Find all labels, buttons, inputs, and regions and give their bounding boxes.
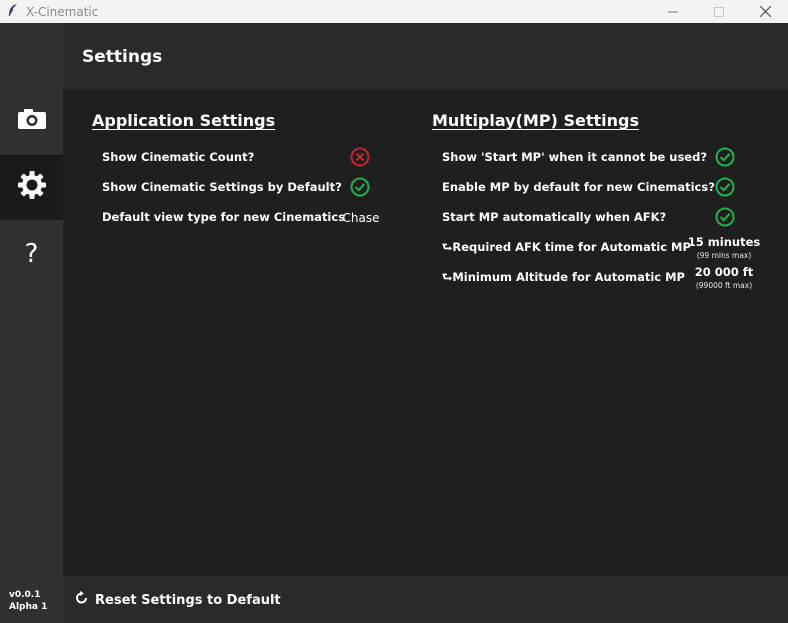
page-title: Settings [82,47,163,67]
application-settings-title: Application Settings [92,111,276,130]
enabled-check-icon[interactable] [349,176,371,198]
enabled-check-icon[interactable] [714,176,736,198]
question-icon: ? [24,238,39,269]
mp-settings-title: Multiplay(MP) Settings [432,111,639,130]
camera-icon [17,108,47,135]
show-cinematic-settings-label: Show Cinematic Settings by Default? [102,180,342,194]
close-button[interactable] [742,0,788,23]
sidebar-item-settings[interactable] [0,155,63,220]
sidebar-item-help[interactable]: ? [0,221,63,286]
release-label: Alpha 1 [9,602,48,612]
sidebar: ? v0.0.1 Alpha 1 [0,23,63,623]
reset-icon [75,591,89,609]
afk-time-hint: (99 mins max) [696,251,752,260]
version-number: v0.0.1 [9,590,41,600]
min-altitude-value[interactable]: 20 000 ft [679,265,769,279]
window-titlebar: X-Cinematic [0,0,788,23]
minimize-button[interactable] [650,0,696,23]
version-info: v0.0.1 Alpha 1 [9,589,47,613]
min-altitude-label: ⮑Minimum Altitude for Automatic MP [442,270,685,284]
enabled-check-icon[interactable] [714,146,736,168]
default-view-type-value[interactable]: Chase [335,211,387,225]
show-cinematic-count-label: Show Cinematic Count? [102,150,255,164]
feather-icon [2,3,24,20]
window-controls [650,0,788,23]
enable-mp-default-label: Enable MP by default for new Cinematics? [442,180,715,194]
default-view-type-label: Default view type for new Cinematics [102,210,346,224]
page-header: Settings [63,23,788,89]
window-title: X-Cinematic [26,4,99,19]
afk-time-value[interactable]: 15 minutes [679,235,769,249]
maximize-button[interactable] [696,0,742,23]
gear-icon [17,170,47,205]
afk-time-label: ⮑Required AFK time for Automatic MP [442,240,691,254]
reset-settings-label: Reset Settings to Default [95,592,281,608]
enabled-check-icon[interactable] [714,206,736,228]
reset-settings-button[interactable]: Reset Settings to Default [75,590,281,610]
page-footer: Reset Settings to Default [63,576,788,623]
start-mp-afk-label: Start MP automatically when AFK? [442,210,667,224]
settings-content: Application Settings Show Cinematic Coun… [63,89,788,576]
min-altitude-hint: (99000 ft max) [695,281,753,290]
show-start-mp-label: Show 'Start MP' when it cannot be used? [442,150,707,164]
sidebar-item-cinematics[interactable] [0,89,63,154]
disabled-cross-icon[interactable] [349,146,371,168]
